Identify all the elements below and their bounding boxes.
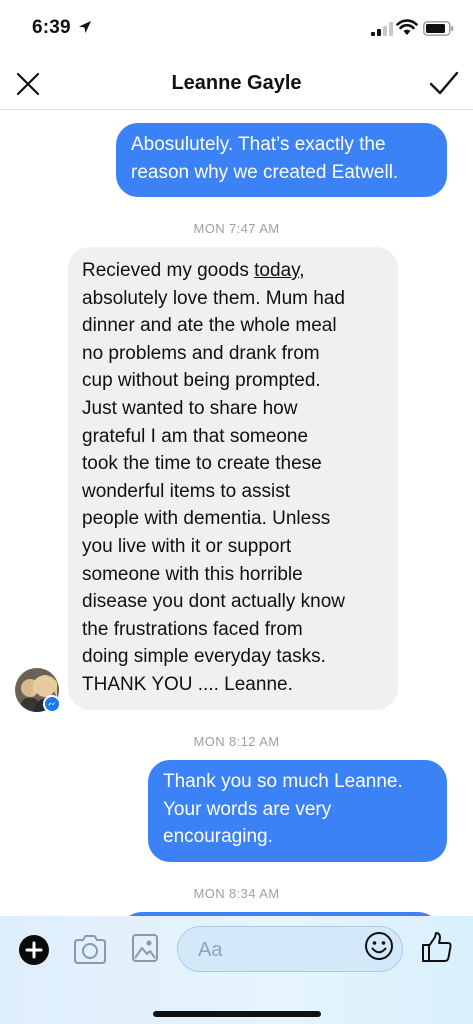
battery-icon xyxy=(423,21,454,36)
message-line: disease you dont actually know xyxy=(82,591,345,613)
message-line: absolutely love them. Mum had xyxy=(82,287,345,309)
message-line: Your words are very xyxy=(163,798,332,820)
message-input-placeholder: Aa xyxy=(198,939,223,961)
message-line: took the time to create these xyxy=(82,453,322,475)
message-line: THANK YOU .... Leanne. xyxy=(82,673,293,695)
thumbs-up-icon[interactable] xyxy=(420,930,454,964)
wifi-icon xyxy=(396,19,418,35)
outgoing-message[interactable]: Abosulutely. That’s exactly the reason w… xyxy=(116,123,447,197)
camera-icon[interactable] xyxy=(72,932,108,966)
status-time: 6:39 xyxy=(32,17,71,38)
message-line: encouraging. xyxy=(163,826,273,848)
message-timestamp: MON 8:12 AM xyxy=(193,734,280,749)
message-line: doing simple everyday tasks. xyxy=(82,646,326,668)
incoming-message[interactable]: Recieved my goods today, absolutely love… xyxy=(68,247,398,710)
cellular-signal-icon xyxy=(371,22,393,36)
conversation-title: Leanne Gayle xyxy=(171,72,302,94)
message-line: Just wanted to share how xyxy=(82,397,298,419)
outgoing-message[interactable]: Thank you so much Leanne. Your words are… xyxy=(148,760,447,862)
message-text: , xyxy=(299,260,305,281)
home-indicator xyxy=(153,1011,321,1017)
message-line: grateful I am that someone xyxy=(82,425,309,447)
message-line: cup without being prompted. xyxy=(82,370,321,392)
message-line: dinner and ate the whole meal xyxy=(82,315,337,337)
message-timestamp: MON 8:34 AM xyxy=(193,886,280,901)
underlined-word: today xyxy=(254,260,300,281)
image-icon[interactable] xyxy=(130,931,160,965)
message-text: Recieved my goods xyxy=(82,260,255,281)
status-bar: 6:39 xyxy=(0,0,473,58)
conversation-header: Leanne Gayle xyxy=(0,58,473,110)
message-line: wonderful items to assist xyxy=(82,480,291,502)
plus-icon[interactable] xyxy=(19,935,49,965)
message-line: the frustrations faced from xyxy=(82,618,303,640)
location-arrow-icon xyxy=(79,21,91,33)
emoji-icon[interactable] xyxy=(364,931,394,961)
message-line: reason why we created Eatwell. xyxy=(131,161,399,183)
message-composer: Aa xyxy=(0,916,473,1024)
message-line: Abosulutely. That’s exactly the xyxy=(131,134,386,155)
message-line: someone with this horrible xyxy=(82,563,303,585)
message-line: Thank you so much Leanne. xyxy=(163,771,403,792)
message-line: you live with it or support xyxy=(82,535,292,557)
message-list[interactable]: Abosulutely. That’s exactly the reason w… xyxy=(0,111,473,916)
message-line: no problems and drank from xyxy=(82,342,320,364)
messenger-badge-icon xyxy=(43,695,61,713)
message-line: people with dementia. Unless xyxy=(82,508,331,530)
message-timestamp: MON 7:47 AM xyxy=(193,221,280,236)
checkmark-icon[interactable] xyxy=(428,69,460,97)
message-line: Recieved my goods today, xyxy=(82,257,384,285)
